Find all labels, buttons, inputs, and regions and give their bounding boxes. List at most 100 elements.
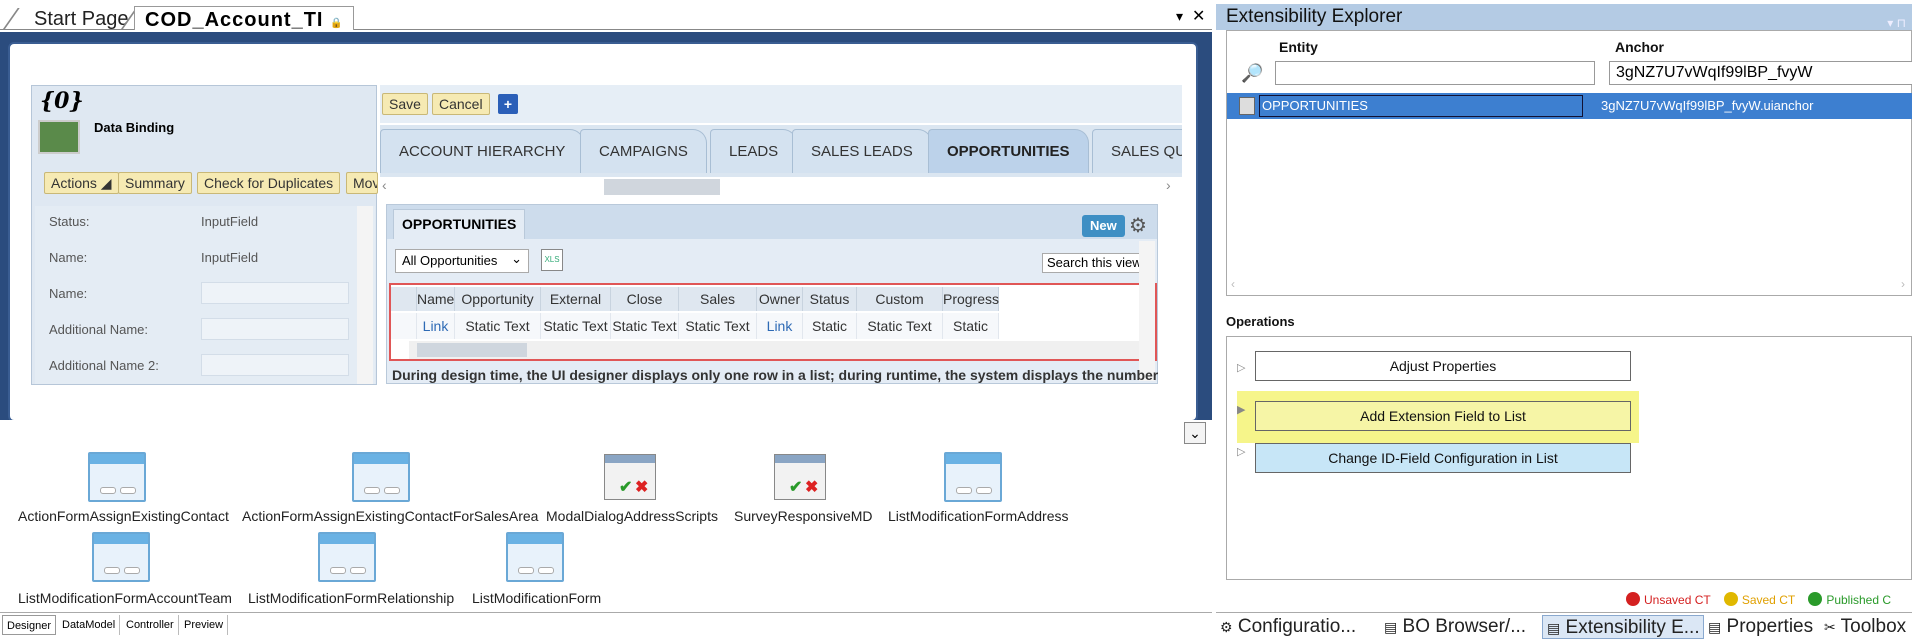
opportunities-header: OPPORTUNITIES New ⚙ bbox=[387, 205, 1157, 239]
form-fields-area: Status: InputField Name: InputField Name… bbox=[35, 206, 375, 384]
table-cell: Static Text bbox=[803, 313, 857, 359]
table-cell[interactable]: Link bbox=[757, 313, 803, 339]
column-header[interactable]: Progress bbox=[943, 287, 999, 311]
move-button[interactable]: Mov bbox=[346, 172, 378, 194]
export-excel-icon[interactable]: XLS bbox=[541, 249, 563, 271]
component-label[interactable]: ListModificationFormAddress bbox=[888, 508, 1069, 524]
name-input[interactable] bbox=[201, 282, 349, 304]
collapse-icon[interactable]: ⌄ bbox=[1184, 422, 1206, 444]
tab-toolbox[interactable]: ✂ Toolbox bbox=[1820, 615, 1912, 639]
component-label[interactable]: ListModificationFormRelationship bbox=[248, 590, 454, 606]
component-label[interactable]: ModalDialogAddressScripts bbox=[546, 508, 718, 524]
scroll-right-icon[interactable]: › bbox=[1166, 177, 1171, 193]
facet-tab-bar: ACCOUNT HIERARCHY CAMPAIGNS LEADS SALES … bbox=[380, 125, 1182, 177]
change-id-field-button[interactable]: Change ID-Field Configuration in List bbox=[1255, 443, 1631, 473]
column-header[interactable]: Owner bbox=[757, 287, 803, 311]
additional-name-2-input[interactable] bbox=[201, 354, 349, 376]
add-button[interactable]: + bbox=[498, 94, 518, 114]
scroll-thumb[interactable] bbox=[417, 343, 527, 357]
gear-icon[interactable]: ⚙ bbox=[1129, 215, 1147, 237]
column-header[interactable]: Sales Phase bbox=[679, 287, 757, 331]
table-cell[interactable]: Link bbox=[417, 313, 455, 339]
cancel-button[interactable]: Cancel bbox=[432, 93, 490, 115]
tab-extensibility-explorer[interactable]: ▤ Extensibility E... bbox=[1542, 615, 1704, 639]
tab-configuration-label: Configuratio... bbox=[1237, 616, 1357, 637]
field-row: Status: InputField bbox=[41, 206, 351, 236]
actions-button[interactable]: Actions ◢ bbox=[44, 172, 119, 194]
tab-account-hierarchy[interactable]: ACCOUNT HIERARCHY bbox=[380, 129, 585, 173]
screen-icon[interactable] bbox=[88, 452, 146, 502]
column-header[interactable]: External ID bbox=[541, 287, 611, 331]
column-header[interactable]: Status bbox=[803, 287, 857, 311]
screen-icon[interactable] bbox=[92, 532, 150, 582]
list-item-selected[interactable]: OPPORTUNITIES 3gNZ7U7vWqIf99lBP_fvyW.uia… bbox=[1227, 93, 1912, 119]
column-header[interactable]: Opportunity ID bbox=[455, 287, 541, 331]
dialog-icon[interactable]: ✔ ✖ bbox=[774, 454, 826, 500]
legend-unsaved: Unsaved CT bbox=[1644, 593, 1711, 607]
tab-cod-account[interactable]: COD_Account_TI 🔒 bbox=[134, 6, 355, 31]
expand-icon[interactable]: ▷ bbox=[1237, 361, 1245, 374]
tab-datamodel[interactable]: DataModel bbox=[58, 615, 121, 635]
check-duplicates-button[interactable]: Check for Duplicates bbox=[197, 172, 341, 194]
entity-column-header: Entity bbox=[1279, 39, 1318, 55]
tab-bo-browser-label: BO Browser/... bbox=[1402, 616, 1527, 637]
row-selector[interactable] bbox=[391, 313, 417, 339]
column-header[interactable]: Custom Status bbox=[857, 287, 943, 331]
chevron-down-icon: ⌄ bbox=[511, 251, 522, 266]
tab-configuration[interactable]: ⚙ Configuratio... bbox=[1216, 615, 1380, 639]
column-header[interactable]: Close Date bbox=[611, 287, 679, 331]
field-value[interactable]: InputField bbox=[201, 214, 258, 229]
column-header[interactable]: Name bbox=[417, 287, 455, 311]
expand-icon[interactable]: ▷ bbox=[1237, 445, 1245, 458]
tab-properties[interactable]: ▤ Properties bbox=[1704, 615, 1820, 639]
scroll-right-icon[interactable]: › bbox=[1901, 277, 1905, 291]
component-label[interactable]: SurveyResponsiveMD bbox=[734, 508, 873, 524]
component-label[interactable]: ActionFormAssignExistingContact bbox=[18, 508, 229, 524]
field-value[interactable]: InputField bbox=[201, 250, 258, 265]
dialog-icon[interactable]: ✔ ✖ bbox=[604, 454, 656, 500]
form-vertical-scrollbar[interactable] bbox=[357, 206, 373, 384]
screen-icon[interactable] bbox=[944, 452, 1002, 502]
scroll-thumb[interactable] bbox=[604, 179, 720, 195]
tab-bo-browser[interactable]: ▤ BO Browser/... bbox=[1380, 615, 1540, 639]
close-icon[interactable]: ✕ bbox=[1192, 6, 1205, 26]
component-label[interactable]: ActionFormAssignExistingContactForSalesA… bbox=[242, 508, 538, 524]
tab-sales-quotes[interactable]: SALES QUO bbox=[1092, 129, 1182, 173]
entity-filter-input[interactable] bbox=[1275, 61, 1595, 85]
tab-leads[interactable]: LEADS bbox=[710, 129, 798, 173]
tab-designer[interactable]: Designer bbox=[2, 615, 57, 635]
scroll-left-icon[interactable]: ‹ bbox=[382, 177, 387, 193]
tab-controller[interactable]: Controller bbox=[122, 615, 179, 635]
screen-icon[interactable] bbox=[352, 452, 410, 502]
component-label[interactable]: ListModificationForm bbox=[472, 590, 601, 606]
tab-preview[interactable]: Preview bbox=[180, 615, 229, 635]
search-icon[interactable]: 🔎 bbox=[1241, 63, 1263, 84]
field-row: Name: InputField bbox=[41, 242, 351, 272]
anchor-cell[interactable]: 3gNZ7U7vWqIf99lBP_fvyW.uianchor bbox=[1601, 95, 1813, 117]
explorer-title: Extensibility Explorer bbox=[1226, 6, 1403, 27]
expand-icon[interactable]: ▶ bbox=[1237, 403, 1245, 416]
summary-button[interactable]: Summary bbox=[118, 172, 192, 194]
tab-campaigns[interactable]: CAMPAIGNS bbox=[580, 129, 707, 173]
field-label: Name: bbox=[49, 286, 88, 301]
component-label[interactable]: ListModificationFormAccountTeam bbox=[18, 590, 232, 606]
screen-icon[interactable] bbox=[506, 532, 564, 582]
tab-scrollbar[interactable]: ‹ › bbox=[380, 177, 1182, 197]
add-extension-field-button[interactable]: Add Extension Field to List bbox=[1255, 401, 1631, 431]
table-horizontal-scrollbar[interactable] bbox=[409, 341, 1149, 359]
adjust-properties-button[interactable]: Adjust Properties bbox=[1255, 351, 1631, 381]
dropdown-icon[interactable]: ▾ bbox=[1176, 8, 1183, 25]
screen-icon[interactable] bbox=[318, 532, 376, 582]
panel-vertical-scrollbar[interactable] bbox=[1139, 241, 1155, 381]
document-icon bbox=[1239, 97, 1255, 115]
scroll-left-icon[interactable]: ‹ bbox=[1231, 277, 1235, 291]
view-filter-select[interactable]: All Opportunities ⌄ bbox=[395, 249, 529, 273]
anchor-filter-input[interactable]: 3gNZ7U7vWqIf99lBP_fvyW bbox=[1609, 61, 1912, 85]
additional-name-input[interactable] bbox=[201, 318, 349, 340]
save-button[interactable]: Save bbox=[382, 93, 428, 115]
tab-sales-leads[interactable]: SALES LEADS bbox=[792, 129, 932, 173]
entity-cell[interactable]: OPPORTUNITIES bbox=[1259, 95, 1583, 117]
search-view-input[interactable]: Search this view bbox=[1042, 253, 1147, 273]
new-button[interactable]: New bbox=[1082, 215, 1125, 237]
tab-opportunities[interactable]: OPPORTUNITIES bbox=[928, 129, 1089, 173]
